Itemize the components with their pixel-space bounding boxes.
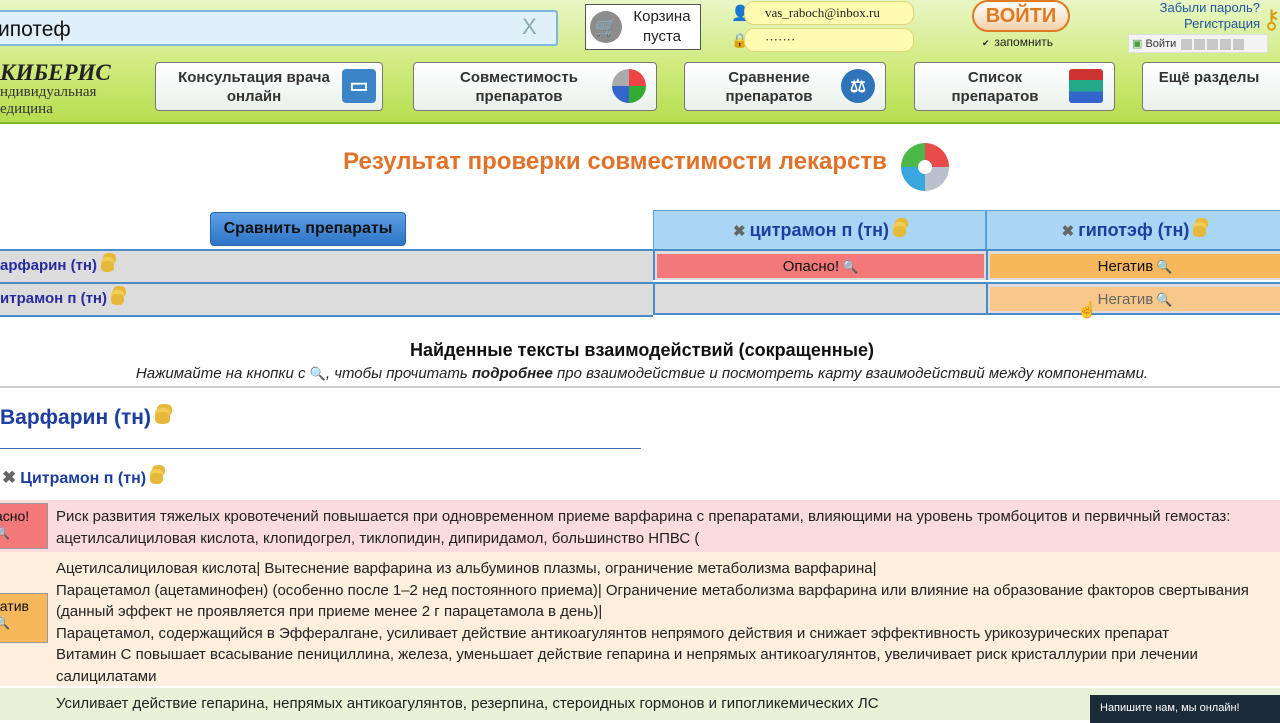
nav-compare-button[interactable]: Сравнение препаратов ⚖ bbox=[684, 62, 886, 111]
found-texts-title: Найденные тексты взаимодействий (сокраще… bbox=[410, 340, 874, 360]
social-login-icon: ▣ bbox=[1132, 38, 1143, 50]
badge-label: гатив bbox=[0, 598, 29, 614]
login-password-value: ······· bbox=[765, 32, 796, 47]
chat-widget-label: Напишите нам, мы онлайн! bbox=[1100, 702, 1240, 714]
hint-text: , чтобы прочитать bbox=[325, 365, 468, 382]
nav-label: Ещё разделы bbox=[1158, 69, 1260, 86]
divider bbox=[0, 448, 641, 449]
table-cell-empty bbox=[653, 282, 986, 315]
row-label[interactable]: арфарин (тн) bbox=[0, 257, 97, 274]
key-icon: ⚷ bbox=[1262, 4, 1280, 34]
social-login-bar[interactable]: ▣ Войти bbox=[1128, 34, 1268, 53]
coins-icon[interactable] bbox=[154, 412, 170, 425]
negative-badge-button[interactable]: гатив 🔍 bbox=[0, 593, 48, 643]
checkmark-icon: ✔ bbox=[982, 38, 990, 48]
table-cell: Негатив 🔍 bbox=[986, 282, 1280, 315]
magnifier-icon: 🔍 bbox=[842, 259, 859, 274]
drug-heading: Варфарин (тн) bbox=[0, 406, 170, 430]
coins-icon[interactable] bbox=[100, 260, 114, 272]
hint-bold-text: подробнее bbox=[471, 365, 553, 382]
nav-consultation-button[interactable]: Консультация врача онлайн ▭ bbox=[155, 62, 383, 111]
nav-label: Сравнение препаратов bbox=[725, 69, 813, 105]
magnifier-icon: 🔍 bbox=[1156, 292, 1173, 307]
social-square-icon[interactable] bbox=[1181, 38, 1193, 50]
danger-button[interactable]: Опасно! 🔍 bbox=[657, 254, 984, 278]
register-link[interactable]: Регистрация bbox=[1148, 16, 1260, 31]
column-label: цитрамон п (тн) bbox=[749, 220, 890, 240]
interaction-text: Риск развития тяжелых кровотечений повыш… bbox=[56, 508, 1231, 547]
table-cell: Негатив 🔍 bbox=[986, 249, 1280, 280]
social-square-icon[interactable] bbox=[1220, 38, 1232, 50]
cart-button[interactable]: 🛒 Корзина пуста bbox=[585, 4, 701, 50]
search-value: ипотеф bbox=[0, 18, 71, 41]
drug-heading-label[interactable]: Варфарин (тн) bbox=[0, 406, 151, 429]
compare-drugs-button[interactable]: Сравнить препараты bbox=[210, 212, 406, 246]
cell-label: Негатив bbox=[1097, 291, 1154, 308]
interaction-text: Ацетилсалициловая кислота| Вытеснение ва… bbox=[56, 560, 1249, 685]
danger-badge-button[interactable]: асно! 🔍 bbox=[0, 503, 48, 549]
column-header-gipotef[interactable]: ✖ гипотэф (тн) bbox=[986, 210, 1280, 250]
nav-label: Список препаратов bbox=[951, 69, 1039, 105]
column-header-citramon[interactable]: ✖ цитрамон п (тн) bbox=[653, 210, 986, 250]
forgot-password-link[interactable]: Забыли пароль? bbox=[1148, 0, 1260, 15]
mouse-cursor-icon: ☝ bbox=[1077, 302, 1097, 319]
social-square-icon[interactable] bbox=[1194, 38, 1206, 50]
login-email-field[interactable]: vas_raboch@inbox.ru bbox=[744, 1, 914, 25]
cell-label: Опасно! bbox=[782, 258, 840, 275]
row-label[interactable]: итрамон п (тн) bbox=[0, 290, 107, 307]
negative-button[interactable]: Негатив 🔍 bbox=[990, 254, 1280, 278]
coins-icon[interactable] bbox=[1193, 225, 1207, 237]
remove-icon[interactable]: ✖ bbox=[2, 468, 16, 487]
puzzle-icon bbox=[612, 69, 646, 103]
row-header-citramon: итрамон п (тн) bbox=[0, 282, 653, 317]
remember-label: запомнить bbox=[994, 35, 1054, 49]
social-login-label: Войти bbox=[1145, 38, 1177, 50]
hint-text: про взаимодействие и посмотреть карту вз… bbox=[557, 365, 1149, 382]
nav-more-button[interactable]: Ещё разделы bbox=[1142, 62, 1280, 111]
social-square-icon[interactable] bbox=[1233, 38, 1245, 50]
scales-icon: ⚖ bbox=[841, 69, 875, 103]
row-header-warfarin: арфарин (тн) bbox=[0, 249, 653, 282]
magnifier-icon: 🔍 bbox=[0, 526, 10, 540]
nav-label: Совместимость препаратов bbox=[460, 69, 578, 105]
magnifier-icon: 🔍 bbox=[1156, 259, 1173, 274]
divider bbox=[0, 386, 1280, 388]
social-square-icon[interactable] bbox=[1207, 38, 1219, 50]
nav-label: Консультация врача онлайн bbox=[178, 69, 330, 105]
subdrug-heading: ✖ Цитрамон п (тн) bbox=[2, 468, 164, 488]
coins-icon[interactable] bbox=[893, 225, 907, 237]
login-password-field[interactable]: ······· bbox=[744, 28, 914, 52]
coins-icon[interactable] bbox=[111, 293, 124, 305]
cell-label: Негатив bbox=[1097, 258, 1154, 275]
coins-icon[interactable] bbox=[150, 473, 164, 485]
remember-checkbox[interactable]: ✔ запомнить bbox=[982, 35, 1053, 49]
books-icon bbox=[1069, 69, 1103, 103]
logo-subtitle: ндивидуальная едицина bbox=[0, 84, 97, 117]
site-header: ипотеф X 🛒 Корзина пуста 👤 vas_raboch@in… bbox=[0, 0, 1280, 124]
nav-compatibility-button[interactable]: Совместимость препаратов bbox=[413, 62, 657, 111]
table-cell: Опасно! 🔍 bbox=[653, 249, 986, 280]
page-title: Результат проверки совместимости лекарст… bbox=[343, 148, 887, 175]
remove-icon[interactable]: ✖ bbox=[1062, 223, 1075, 240]
login-button[interactable]: ВОЙТИ bbox=[972, 0, 1070, 32]
chat-widget[interactable]: Напишите нам, мы онлайн! bbox=[1090, 695, 1280, 723]
search-clear-button[interactable]: X bbox=[522, 14, 537, 40]
cart-label: Корзина пуста bbox=[633, 8, 691, 45]
magnifier-icon: 🔍 bbox=[309, 366, 326, 381]
monitor-icon: ▭ bbox=[342, 69, 376, 103]
found-texts-hint: Нажимайте на кнопки с 🔍, чтобы прочитать… bbox=[0, 365, 1280, 382]
cart-icon: 🛒 bbox=[590, 11, 622, 43]
negative-button[interactable]: Негатив 🔍 bbox=[990, 287, 1280, 311]
puzzle-icon bbox=[901, 143, 949, 191]
search-input[interactable]: ипотеф bbox=[0, 10, 558, 46]
remove-icon[interactable]: ✖ bbox=[733, 223, 746, 240]
magnifier-icon: 🔍 bbox=[0, 616, 10, 630]
logo-title[interactable]: КИБЕРИС bbox=[0, 60, 111, 86]
badge-label: асно! bbox=[0, 508, 30, 524]
column-label: гипотэф (тн) bbox=[1078, 220, 1190, 240]
login-email-value: vas_raboch@inbox.ru bbox=[765, 5, 880, 20]
nav-drug-list-button[interactable]: Список препаратов bbox=[914, 62, 1115, 111]
hint-text: Нажимайте на кнопки с bbox=[135, 365, 306, 382]
subdrug-label[interactable]: Цитрамон п (тн) bbox=[20, 470, 146, 487]
